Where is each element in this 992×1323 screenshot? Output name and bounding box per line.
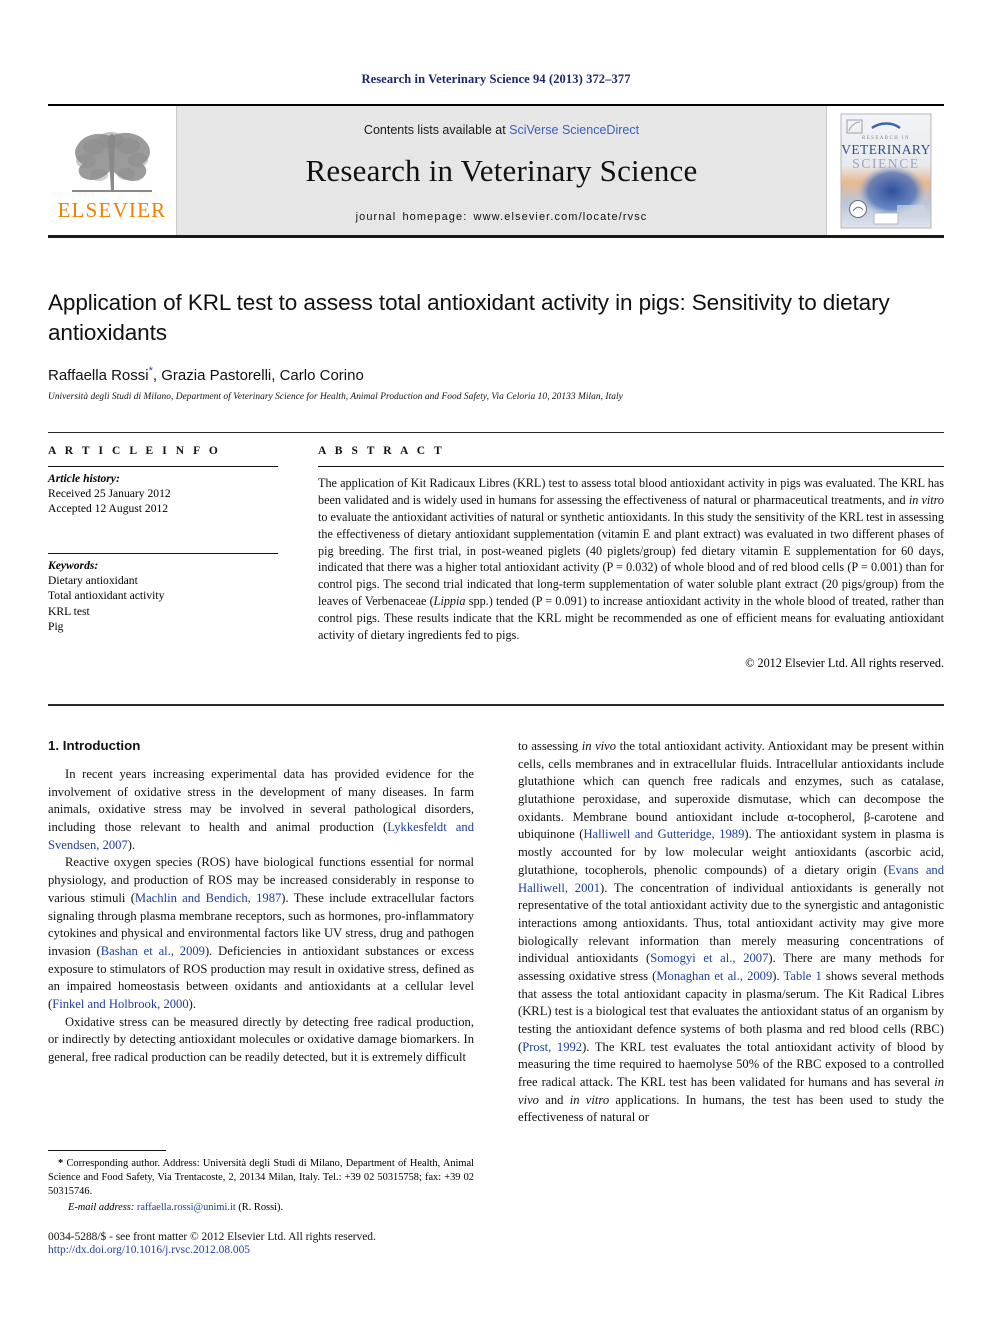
body-right-column: to assessing in vivo the total antioxida… [518,738,944,1208]
footnote-email-line: E-mail address: raffaella.rossi@unimi.it… [48,1201,474,1215]
table-reference-link[interactable]: Table 1 [784,969,822,983]
abstract-text: The application of Kit Radicaux Libres (… [318,475,944,644]
article-info-heading: A R T I C L E I N F O [48,445,221,457]
intro-p2-tail: ). [188,996,196,1011]
body-columns: 1. Introduction In recent years increasi… [48,738,944,1208]
keyword-item: KRL test [48,604,90,618]
journal-homepage-link[interactable]: journal homepage: www.elsevier.com/locat… [356,211,648,223]
page-title: Application of KRL test to assess total … [48,290,890,345]
issn-copyright-line: 0034-5288/$ - see front matter © 2012 El… [48,1231,376,1243]
keyword-item: Dietary antioxidant [48,573,138,587]
contents-prefix: Contents lists available at [363,122,510,137]
sciencedirect-link[interactable]: SciVerse ScienceDirect [509,123,639,137]
email-suffix: (R. Rossi). [235,1202,284,1214]
svg-text:RESEARCH IN: RESEARCH IN [861,136,909,141]
abstract-italic-lippia: Lippia [433,594,466,609]
intro-paragraph-1: In recent years increasing experimental … [48,766,474,854]
article-history-group: Article history: Received 25 January 201… [48,467,278,517]
contents-available-line: Contents lists available at SciVerse Sci… [364,123,639,137]
citation-link[interactable]: Somogyi et al., 2007 [650,951,768,965]
page-footer: 0034-5288/$ - see front matter © 2012 El… [48,1231,648,1256]
citation-link[interactable]: Monaghan et al., 2009 [656,969,772,983]
elsevier-logo: ELSEVIER [48,106,177,235]
intro-paragraph-continued: to assessing in vivo the total antioxida… [518,738,944,1127]
italic-invivo: in vivo [581,739,617,753]
intro-paragraph-3: Oxidative stress can be measured directl… [48,1014,474,1064]
article-info-column: A R T I C L E I N F O Article history: R… [48,445,300,694]
abstract-column: A B S T R A C T The application of Kit R… [300,445,944,694]
elsevier-wordmark: ELSEVIER [57,197,167,222]
abstract-italic-invitro: in vitro [908,492,945,507]
abstract-part-1: The application of Kit Radicaux Libres (… [318,476,944,507]
keywords-group: Keywords: Dietary antioxidant Total anti… [48,554,278,635]
info-abstract-band: A R T I C L E I N F O Article history: R… [48,432,944,706]
corresponding-author-footnote: * Corresponding author. Address: Univers… [48,1150,474,1216]
right-text-f: ). [772,968,784,983]
citation-link[interactable]: Finkel and Holbrook, 2000 [52,997,188,1011]
journal-title: Research in Veterinary Science [305,152,698,188]
author-corresponding: Raffaella Rossi [48,367,149,385]
email-address-label: E-mail address: [68,1202,135,1214]
intro-p1-tail: ). [127,837,136,852]
keyword-item: Pig [48,620,64,634]
email-link[interactable]: raffaella.rossi@unimi.it [137,1202,236,1213]
article-accepted-date: Accepted 12 August 2012 [48,502,169,516]
affiliation: Università degli Studi di Milano, Depart… [48,392,623,403]
doi-link[interactable]: http://dx.doi.org/10.1016/j.rvsc.2012.08… [48,1244,648,1256]
section-heading-introduction: 1. Introduction [48,738,141,753]
citation-link[interactable]: Bashan et al., 2009 [101,944,205,958]
running-head: Research in Veterinary Science 94 (2013)… [361,72,631,86]
journal-masthead: ELSEVIER Contents lists available at Sci… [48,104,944,238]
journal-cover-thumbnail: RESEARCH IN VETERINARY SCIENCE [826,106,944,235]
abstract-heading: A B S T R A C T [318,445,445,457]
right-text-i: and [538,1092,570,1107]
citation-link[interactable]: Prost, 1992 [522,1040,582,1054]
footnote-address: * Corresponding author. Address: Univers… [48,1157,474,1199]
citation-link[interactable]: Machlin and Bendich, 1987 [135,891,281,905]
elsevier-tree-icon [72,131,152,192]
keyword-item: Total antioxidant activity [48,589,165,603]
journal-article-page: Research in Veterinary Science 94 (2013)… [0,0,992,1323]
author-others: , Grazia Pastorelli, Carlo Corino [152,367,364,385]
footnote-rule [48,1150,166,1151]
svg-text:SCIENCE: SCIENCE [852,156,919,171]
abstract-rule-top [318,466,944,467]
right-text-a: to assessing [518,739,582,753]
footnote-address-text: Corresponding author. Address: Universit… [48,1158,474,1198]
author-list: Raffaella Rossi*, Grazia Pastorelli, Car… [48,365,944,384]
journal-cover-image: RESEARCH IN VETERINARY SCIENCE [840,113,931,228]
italic-invitro-2: in vitro [569,1092,610,1107]
article-history-heading: Article history: [48,472,120,485]
body-left-column: 1. Introduction In recent years increasi… [48,738,474,1208]
right-text-h: ). The KRL test evaluates the total anti… [518,1039,944,1090]
article-received-date: Received 25 January 2012 [48,487,171,500]
keywords-heading: Keywords: [48,558,99,572]
masthead-center: Contents lists available at SciVerse Sci… [177,106,826,235]
title-block: Application of KRL test to assess total … [48,288,944,402]
citation-link[interactable]: Halliwell and Gutteridge, 1989 [583,827,744,841]
copyright-line: © 2012 Elsevier Ltd. All rights reserved… [745,655,944,670]
svg-text:VETERINARY: VETERINARY [841,142,931,157]
intro-paragraph-2: Reactive oxygen species (ROS) have biolo… [48,854,474,1013]
